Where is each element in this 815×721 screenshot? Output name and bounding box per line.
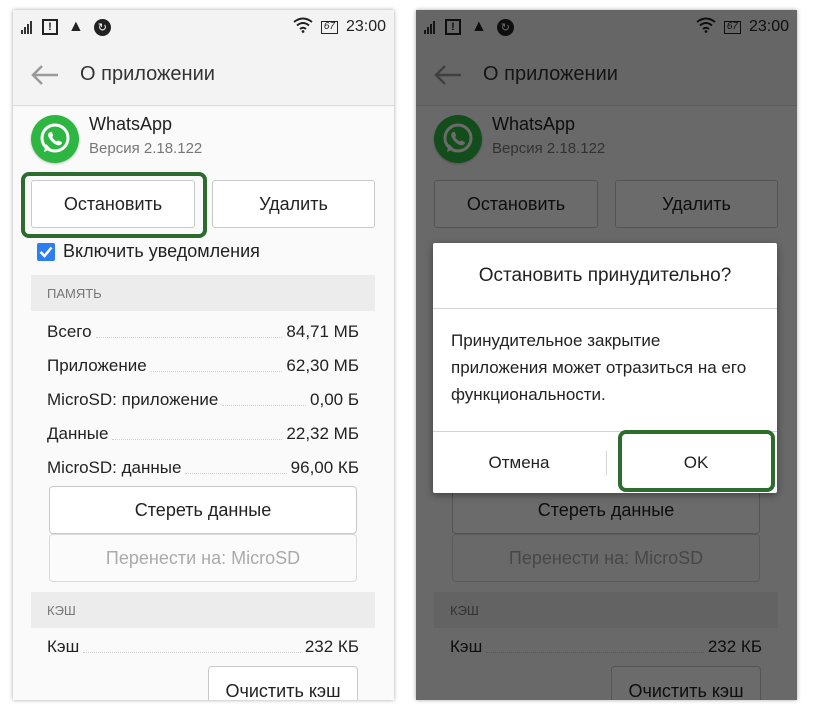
clear-data-button[interactable]: Стереть данные [49, 486, 357, 534]
memory-row-app: Приложение 62,30 МБ [47, 356, 359, 376]
row-label: Кэш [47, 637, 80, 656]
app-header: WhatsApp Версия 2.18.122 [31, 113, 203, 163]
row-value: 84,71 МБ [286, 322, 359, 341]
row-label: MicroSD: данные [47, 458, 182, 477]
notifications-label: Включить уведомления [63, 241, 260, 261]
signal-icon [21, 20, 32, 34]
phone-screen-app-info: ! ▲ ↻ 67 23:00 О приложении WhatsApp Вер… [13, 10, 394, 700]
stop-button-highlight [21, 172, 207, 238]
cancel-button[interactable]: Отмена [433, 432, 605, 494]
clock: 23:00 [345, 18, 386, 35]
notification-alert-icon: ! [42, 19, 58, 35]
page-title: О приложении [80, 63, 215, 85]
status-bar: ! ▲ ↻ 67 23:00 [13, 10, 394, 44]
row-value: 96,00 КБ [290, 458, 359, 477]
battery-icon: 67 [320, 20, 338, 34]
phone-screen-force-stop-dialog: ! ▲ ↻ 67 23:00 О приложении WhatsApp Вер… [416, 10, 797, 700]
row-label: Данные [47, 424, 109, 443]
cache-row: Кэш 232 КБ [47, 637, 359, 657]
memory-row-data: Данные 22,32 МБ [47, 424, 359, 444]
clear-cache-button[interactable]: Очистить кэш [208, 666, 358, 700]
app-info-content: WhatsApp Версия 2.18.122 Остановить Удал… [13, 107, 394, 700]
dialog-title: Остановить принудительно? [433, 243, 777, 309]
row-value: 232 КБ [304, 637, 359, 656]
button-divider [606, 451, 607, 475]
notifications-toggle[interactable]: Включить уведомления [37, 241, 260, 262]
row-value: 0,00 Б [310, 390, 359, 409]
row-label: Всего [47, 322, 92, 341]
dialog-message: Принудительное закрытие приложения может… [451, 331, 747, 404]
warning-icon: ▲ [68, 18, 84, 35]
row-value: 22,32 МБ [286, 424, 359, 443]
whatsapp-logo-icon [31, 115, 79, 163]
row-label: Приложение [47, 356, 147, 375]
memory-row-microsd-app: MicroSD: приложение 0,00 Б [47, 390, 359, 410]
move-to-microsd-button: Перенести на: MicroSD [49, 534, 357, 582]
memory-row-microsd-data: MicroSD: данные 96,00 КБ [47, 458, 359, 478]
wifi-icon [293, 17, 313, 38]
app-version: Версия 2.18.122 [89, 139, 203, 157]
sync-icon: ↻ [93, 18, 111, 36]
memory-section-header: ПАМЯТЬ [31, 275, 375, 311]
back-arrow-icon[interactable] [30, 64, 60, 86]
checkbox-checked-icon[interactable] [37, 242, 55, 261]
memory-row-total: Всего 84,71 МБ [47, 322, 359, 342]
delete-button[interactable]: Удалить [212, 180, 375, 228]
app-bar: О приложении [13, 44, 394, 106]
ok-button-highlight [618, 430, 775, 492]
cache-section-header: КЭШ [31, 592, 375, 628]
row-label: MicroSD: приложение [47, 390, 219, 409]
row-value: 62,30 МБ [286, 356, 359, 375]
app-name: WhatsApp [89, 113, 173, 134]
